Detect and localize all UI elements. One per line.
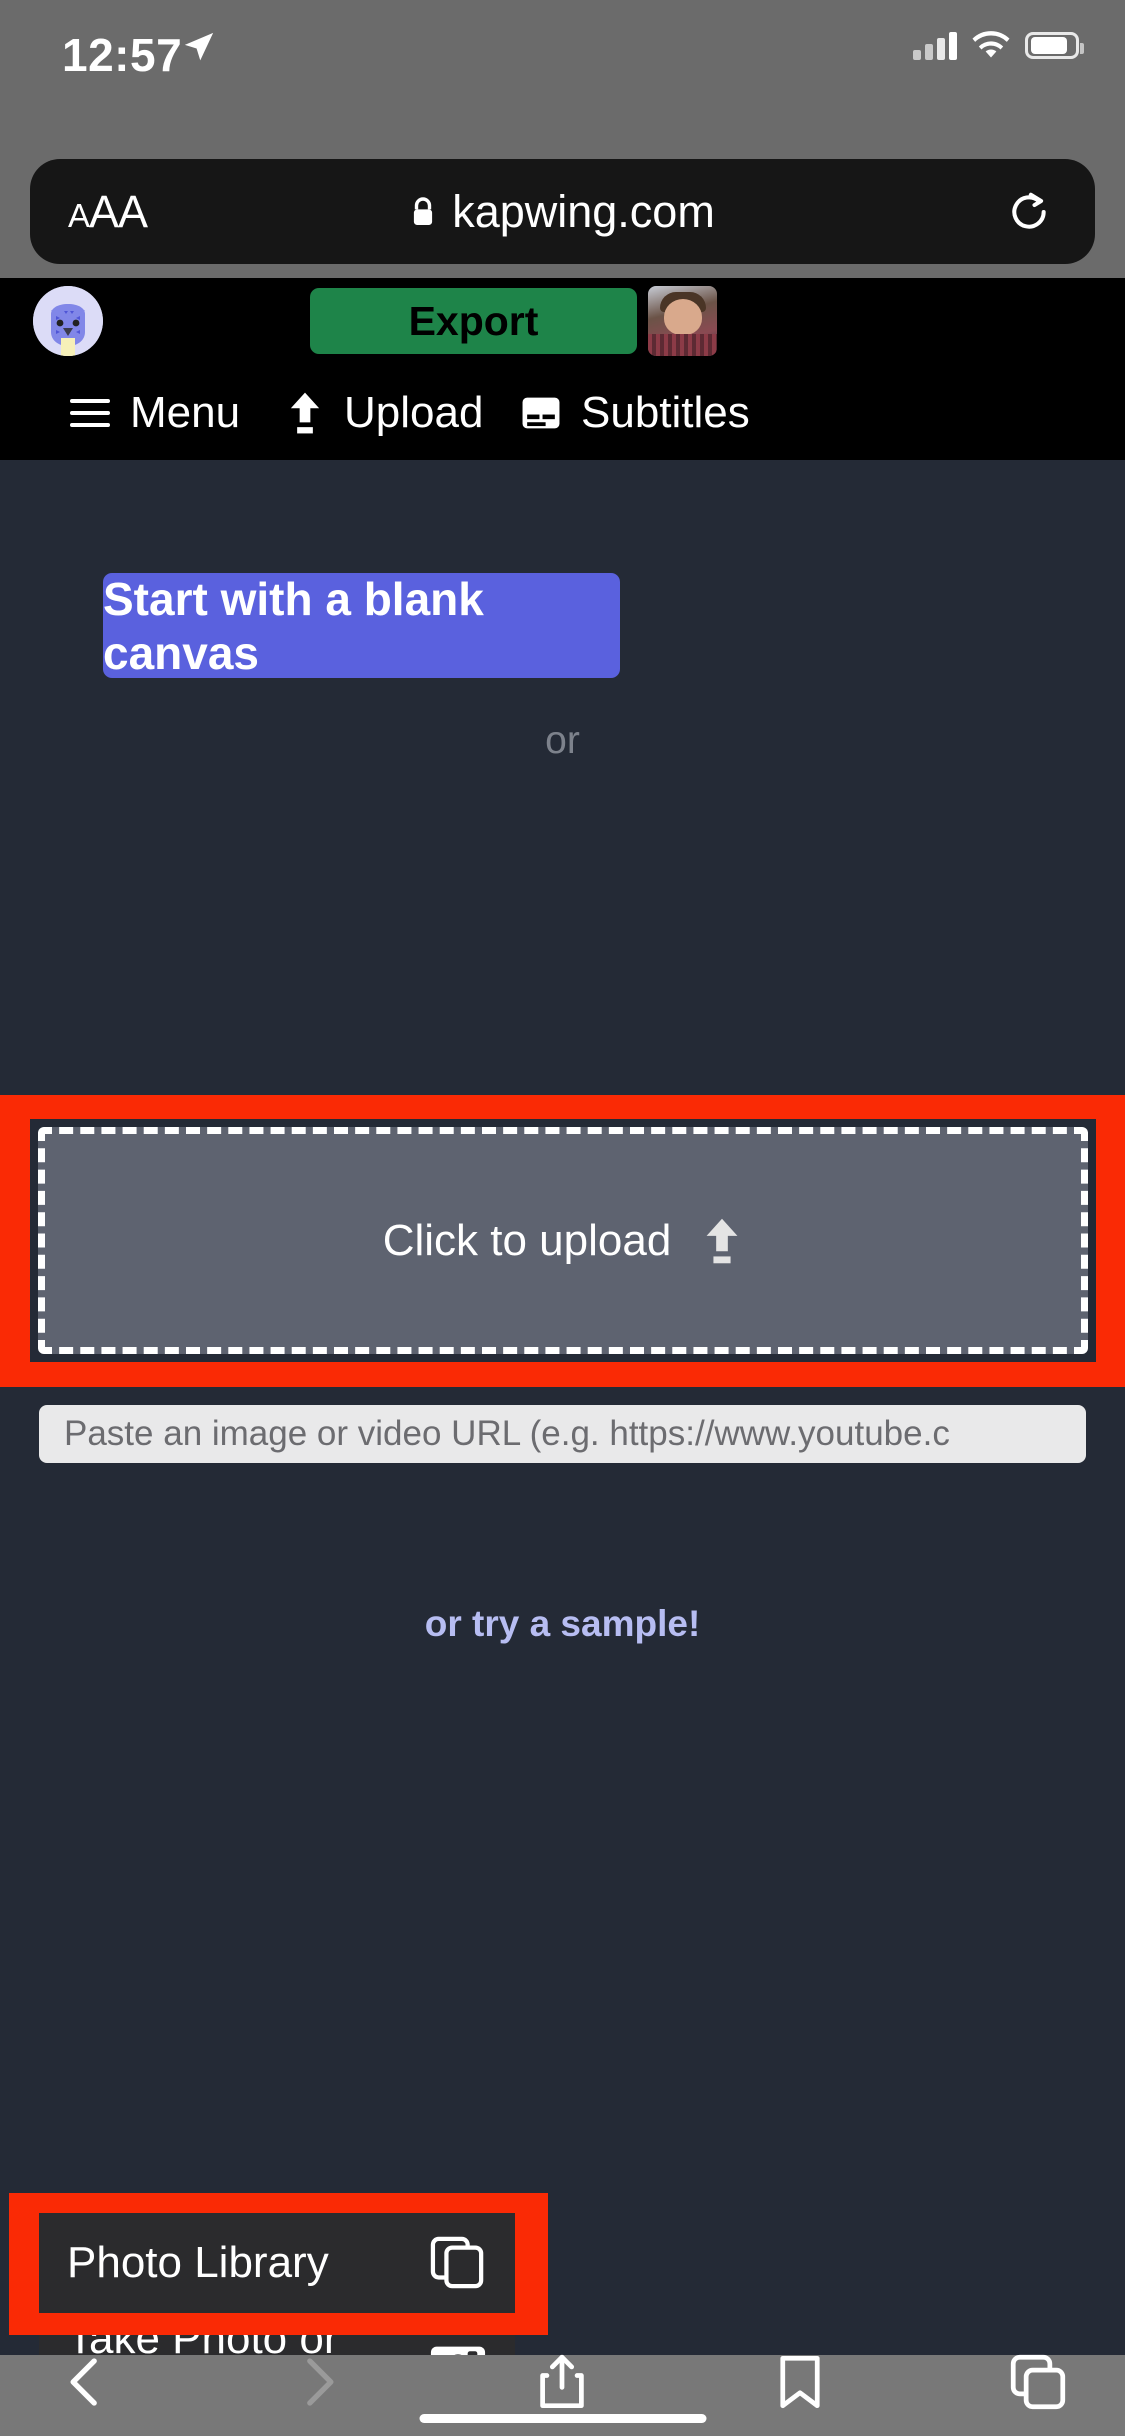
- safari-url-bar: AAA kapwing.com: [0, 145, 1125, 278]
- toolbar-item-upload[interactable]: Upload: [286, 388, 483, 438]
- toolbar-subtitles-label: Subtitles: [581, 388, 750, 437]
- home-indicator: [419, 2414, 706, 2423]
- url-bar-pill[interactable]: AAA kapwing.com: [30, 159, 1095, 264]
- toolbar-upload-label: Upload: [344, 388, 484, 437]
- reload-icon[interactable]: [1007, 189, 1051, 235]
- location-arrow-icon: [184, 32, 214, 61]
- try-sample-link[interactable]: or try a sample!: [0, 1603, 1125, 1645]
- start-blank-canvas-button[interactable]: Start with a blank canvas: [103, 572, 620, 679]
- photo-library-row[interactable]: Photo Library: [39, 2213, 515, 2313]
- subtitles-icon: [522, 397, 560, 429]
- toolbar-item-subtitles[interactable]: Subtitles: [521, 388, 750, 438]
- toolbar-item-menu[interactable]: Menu: [70, 388, 240, 438]
- status-bar-time: 12:57: [62, 29, 183, 81]
- blank-canvas-label: Start with a blank canvas: [103, 572, 484, 679]
- export-button[interactable]: Export: [310, 288, 637, 354]
- app-header: Export: [0, 278, 1125, 366]
- url-text: kapwing.com: [452, 185, 715, 237]
- lock-icon: [414, 196, 433, 225]
- status-bar-indicators: [913, 30, 1084, 60]
- avatar-face: [664, 299, 702, 335]
- upload-dropzone-inner[interactable]: Click to upload: [38, 1127, 1088, 1354]
- or-separator-label: or: [545, 719, 580, 762]
- photos-stack-icon: [430, 2236, 484, 2289]
- safari-bottom-toolbar: [0, 2355, 1125, 2436]
- editor-main-panel: Start with a blank canvas or Click to up…: [0, 460, 1125, 2436]
- annotation-box-photo-library: Photo Library: [9, 2193, 548, 2335]
- upload-arrow-icon: [290, 392, 320, 434]
- media-url-input[interactable]: Paste an image or video URL (e.g. https:…: [39, 1405, 1086, 1463]
- photo-library-label-highlighted: Photo Library: [67, 2238, 329, 2287]
- battery-icon: [1025, 31, 1084, 59]
- media-url-placeholder: Paste an image or video URL (e.g. https:…: [64, 1414, 950, 1453]
- annotation-box-upload: Click to upload: [0, 1095, 1125, 1387]
- avatar-shirt: [648, 334, 717, 356]
- ios-status-bar: 12:57: [0, 0, 1125, 145]
- url-display[interactable]: kapwing.com: [30, 186, 1095, 238]
- upload-dropzone-label: Click to upload: [382, 1215, 672, 1265]
- upload-dropzone[interactable]: Click to upload: [30, 1119, 1096, 1362]
- upload-arrow-icon: [706, 1218, 738, 1263]
- try-sample-label: or try a sample!: [424, 1603, 701, 1644]
- app-toolbar: Menu Upload Subtitles: [0, 366, 1125, 460]
- hamburger-menu-icon: [70, 399, 110, 427]
- cellular-signal-icon: [913, 30, 957, 60]
- avatar[interactable]: [648, 286, 717, 356]
- wifi-icon: [972, 31, 1010, 58]
- toolbar-menu-label: Menu: [130, 388, 241, 437]
- kapwing-owl-logo[interactable]: [33, 286, 103, 356]
- export-label: Export: [408, 297, 539, 344]
